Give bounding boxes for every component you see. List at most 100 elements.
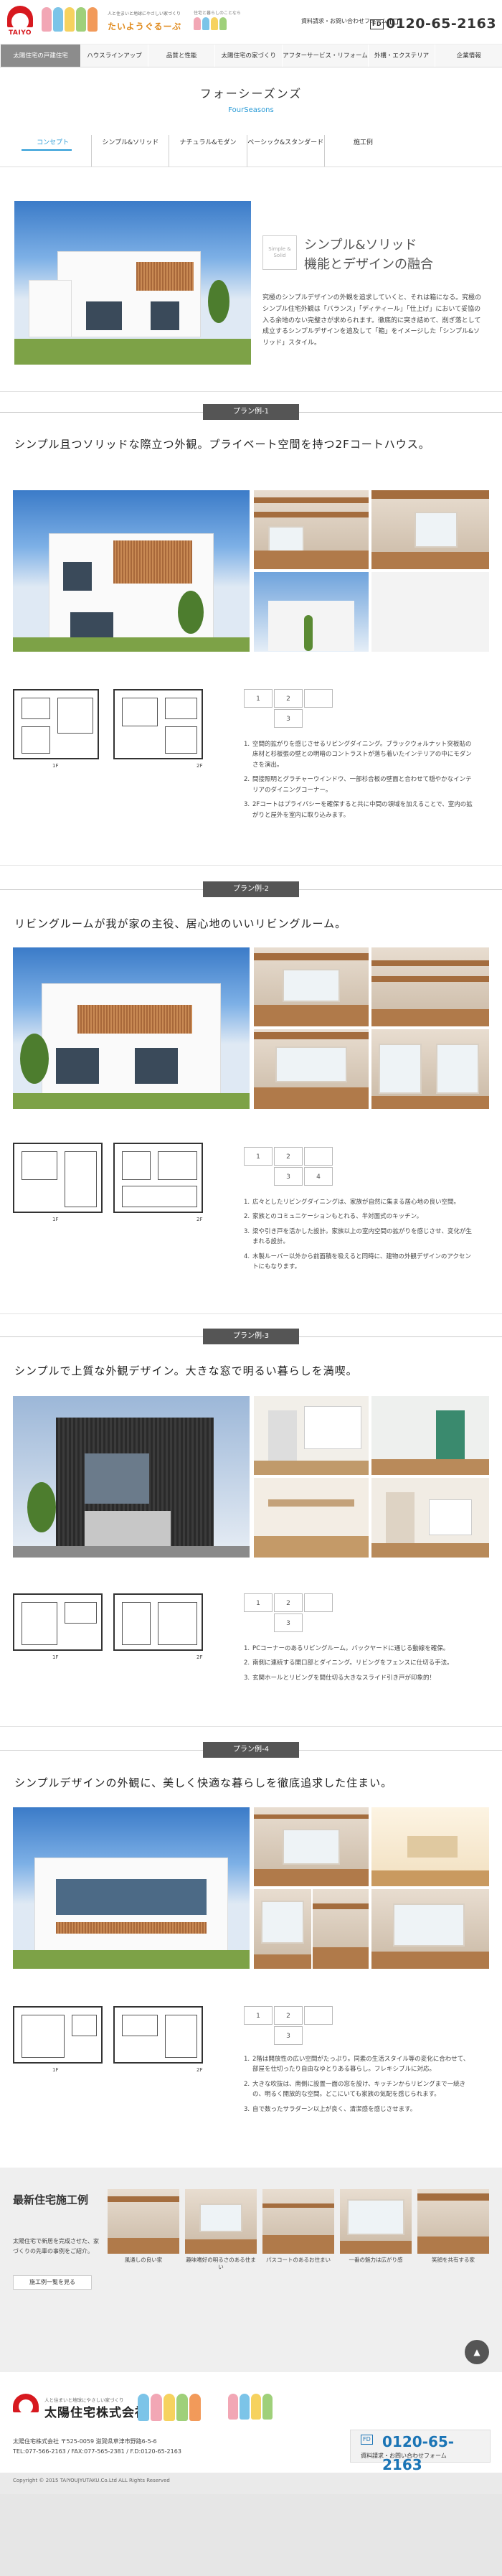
plan-3-floorplan[interactable]: 1F 2F <box>13 1593 207 1680</box>
global-nav: 太陽住宅の戸建住宅 ハウスラインアップ 品質と性能 太陽住宅の家づくり アフター… <box>0 45 502 67</box>
work-card-caption: 笑顔を共有する家 <box>432 2257 475 2263</box>
footer-contact-link[interactable]: 資料請求・お問い合わせフォーム <box>361 2452 447 2461</box>
mascot-illustration <box>138 2394 224 2425</box>
taiyo-logo[interactable]: TAIYO <box>7 6 33 39</box>
plan-3-interior-photo-4[interactable] <box>371 1478 489 1558</box>
work-card-caption: パスコートのあるお住まい <box>266 2257 331 2263</box>
nav-item-house-building[interactable]: 太陽住宅の家づくり <box>214 45 282 67</box>
concept-heading-line2: 機能とデザインの融合 <box>304 257 433 272</box>
plan-4-interior-photo-4[interactable] <box>313 1889 369 1969</box>
plan-4-interior-photo-3[interactable] <box>254 1889 311 1969</box>
plan-4-label: プラン例-4 <box>203 1742 299 1758</box>
nav-item-detached-house[interactable]: 太陽住宅の戸建住宅 <box>0 45 81 67</box>
plan-1-heading: シンプル且つソリッドな際立つ外観。プライベート空間を持つ2Fコートハウス。 <box>14 438 430 451</box>
plan-3-interior-photo-2[interactable] <box>371 1396 489 1475</box>
plan-1-court-photo[interactable] <box>254 572 369 652</box>
latest-works-title: 最新住宅施工例 <box>13 2193 89 2206</box>
footer-logo[interactable] <box>13 2394 39 2420</box>
plan-4-number-grid: 12 3 <box>244 2006 337 2046</box>
page-top-button[interactable]: ▲ <box>465 2340 489 2364</box>
tab-simple-solid[interactable]: シンプル&ソリッド <box>92 135 170 167</box>
plan-1-interior-photo-2[interactable] <box>371 490 489 569</box>
fp-label-2f: 2F <box>196 1217 203 1222</box>
tab-natural-modern[interactable]: ナチュラル&モダン <box>169 135 247 167</box>
footer-company-name: 太陽住宅株式会社 <box>44 2406 148 2420</box>
plan-2-note: 4. 木製ルーバー以外から前面積を吸えると同時に、建物の外観デザインのアクセントに… <box>244 1252 471 1271</box>
sun-logo-icon <box>13 2394 39 2412</box>
sub-brand-label: 住宅と暮らしのことなら <box>194 11 241 16</box>
plan-3-interior-photo-3[interactable] <box>254 1478 369 1558</box>
work-card[interactable]: 風通しの良い家 <box>108 2189 179 2264</box>
plan-4-interior-photo-5[interactable] <box>371 1889 489 1969</box>
latest-works-section: 最新住宅施工例 太陽住宅で新居を完成させた、家づくりの先輩の事例をご紹介。 施工… <box>0 2168 502 2372</box>
tab-basic-standard[interactable]: ベーシック&スタンダード <box>247 135 325 167</box>
work-card-caption: 趣味嗜好の明るさのある住まい <box>186 2257 256 2270</box>
plan-3-interior-photo-1[interactable] <box>254 1396 369 1475</box>
work-card-image <box>417 2189 489 2254</box>
section-divider <box>0 1726 502 1727</box>
fp-label-1f: 1F <box>52 2067 59 2073</box>
header-phone[interactable]: FD 0120-65-2163 <box>370 13 496 34</box>
nav-item-after-service[interactable]: アフターサービス・リフォーム <box>282 45 368 67</box>
section-divider <box>0 1313 502 1314</box>
plan-3-label: プラン例-3 <box>203 1329 299 1344</box>
work-card[interactable]: 一番の魅力は広がり感 <box>340 2189 412 2264</box>
nav-item-lineup[interactable]: ハウスラインアップ <box>80 45 148 67</box>
concept-section: Simple & Solid シンプル&ソリッド 機能とデザインの融合 究極のシ… <box>14 201 488 366</box>
work-card[interactable]: 笑顔を共有する家 <box>417 2189 489 2264</box>
sun-logo-icon <box>7 6 33 27</box>
group-brand[interactable]: たいようぐるーぷ <box>108 20 181 34</box>
plan-2-label: プラン例-2 <box>203 881 299 897</box>
nav-item-exterior[interactable]: 外構・エクステリア <box>367 45 435 67</box>
logo-text: TAIYO <box>8 29 32 37</box>
plan-2-heading: リビングルームが我が家の主役、居心地のいいリビングルーム。 <box>14 917 347 930</box>
plan-2-interior-photo-2[interactable] <box>371 947 489 1026</box>
plan-4-notes: 1. 2階は開放性の広い空間がたっぷり。同素の生活スタイル等の変化に合わせて、部屋… <box>244 2054 473 2119</box>
plan-4-interior-photo-1[interactable] <box>254 1807 369 1886</box>
footer-tel-line: TEL:077-566-2163 / FAX:077-565-2381 / F.… <box>13 2448 181 2455</box>
small-mascot-icon <box>194 17 265 34</box>
footer-address: 太陽住宅株式会社 〒525-0059 滋賀県草津市野路6-5-6 TEL:077… <box>13 2437 181 2458</box>
plan-1-interior-photo-1[interactable] <box>254 490 369 569</box>
tab-concept[interactable]: コンセプト <box>14 135 93 167</box>
plan-4-label-bar: プラン例-4 <box>0 1742 502 1758</box>
fp-label-1f: 1F <box>52 1217 59 1222</box>
plan-2-floorplan[interactable]: 1F 2F <box>13 1143 207 1229</box>
active-tab-indicator <box>22 149 72 151</box>
plan-1-exterior-photo[interactable] <box>13 490 250 652</box>
plan-3-note: 2. 南側に連続する開口部とダイニング。リビングをフェンスに仕切る手法。 <box>244 1659 453 1667</box>
section-divider <box>0 865 502 866</box>
tab-examples[interactable]: 施工例 <box>325 135 402 167</box>
plan-4-exterior-photo[interactable] <box>13 1807 250 1969</box>
site-footer: 人と住まいと地球にやさしい家づくり 太陽住宅株式会社 太陽住宅株式会社 〒525… <box>0 2372 502 2576</box>
plan-4-floorplan[interactable]: 1F 2F <box>13 2006 207 2092</box>
plan-2-interior-photo-1[interactable] <box>254 947 369 1026</box>
view-all-works-button[interactable]: 施工例一覧を見る <box>13 2275 92 2290</box>
work-card[interactable]: 趣味嗜好の明るさのある住まい <box>185 2189 257 2271</box>
plan-1-label: プラン例-1 <box>203 404 299 420</box>
site-header: TAIYO 人と住まいと地球にやさしい家づくり たいようぐるーぷ 住宅と暮らしの… <box>0 0 502 45</box>
footer-contact-box[interactable]: FD 0120-65-2163 資料請求・お問い合わせフォーム <box>350 2430 491 2473</box>
fp-label-1f: 1F <box>52 1654 59 1660</box>
copyright-text: Copyright © 2015 TAIYOUJYUTAKU.Co.Ltd AL… <box>13 2478 170 2483</box>
plan-2-exterior-photo[interactable] <box>13 947 250 1109</box>
work-card[interactable]: パスコートのあるお住まい <box>262 2189 334 2264</box>
footer-tagline: 人と住まいと地球にやさしい家づくり <box>44 2397 124 2403</box>
plan-2-label-bar: プラン例-2 <box>0 881 502 897</box>
page-subtitle: FourSeasons <box>228 106 274 114</box>
mascot-illustration <box>228 2394 283 2425</box>
fp-label-2f: 2F <box>196 1654 203 1660</box>
plan-2-interior-photo-4[interactable] <box>371 1029 489 1109</box>
plan-2-notes: 1. 広々としたリビングダイニングは、家族が自然に集まる居心地の良い空間。 2. 家… <box>244 1197 473 1277</box>
plan-3-exterior-photo[interactable] <box>13 1396 250 1558</box>
plan-2-number-grid: 12 34 <box>244 1147 337 1187</box>
plan-1-image-placeholder[interactable] <box>371 572 489 652</box>
nav-item-company[interactable]: 企業情報 <box>435 45 502 67</box>
concept-description: 究極のシンプルデザインの外観を追求していくと、それは箱になる。究極のシンプル住宅… <box>262 294 482 347</box>
plan-4-interior-photo-2[interactable] <box>371 1807 489 1886</box>
plan-1-floorplan[interactable]: 1F 2F <box>13 689 207 775</box>
nav-item-quality[interactable]: 品質と性能 <box>147 45 215 67</box>
section-divider <box>0 391 502 392</box>
header-sub-brand[interactable]: 住宅と暮らしのことなら <box>194 10 265 37</box>
plan-2-interior-photo-3[interactable] <box>254 1029 369 1109</box>
